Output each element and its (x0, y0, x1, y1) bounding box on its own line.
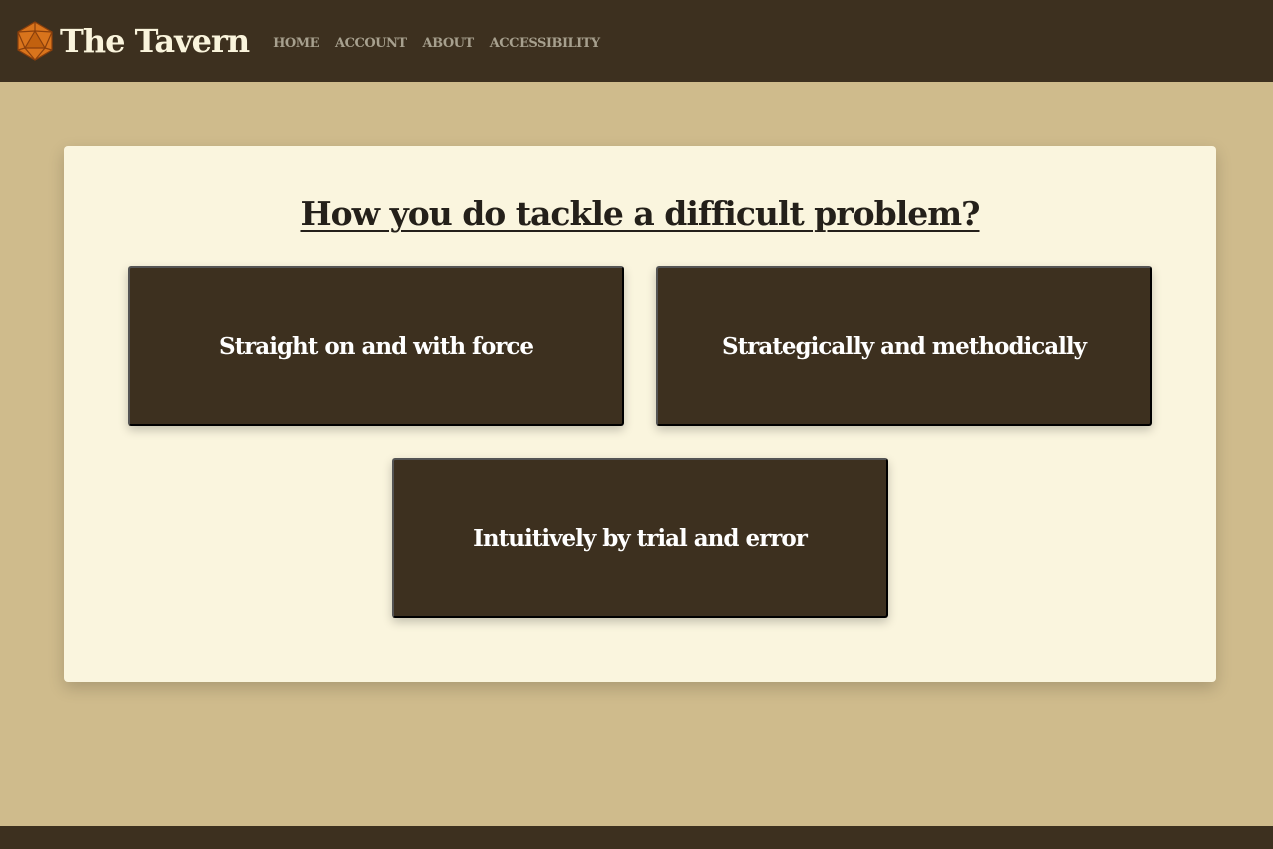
answer-button-force[interactable]: Straight on and with force (128, 266, 624, 426)
main-nav: HOME ACCOUNT ABOUT ACCESSIBILITY (273, 36, 616, 51)
quiz-card: How you do tackle a difficult problem? S… (64, 146, 1216, 682)
nav-link-home[interactable]: HOME (273, 36, 319, 51)
nav-link-account[interactable]: ACCOUNT (335, 36, 407, 51)
nav-link-accessibility[interactable]: ACCESSIBILITY (490, 36, 601, 51)
brand-home-link[interactable]: The Tavern (15, 21, 250, 61)
brand-name: The Tavern (60, 22, 250, 60)
nav-link-about[interactable]: ABOUT (423, 36, 475, 51)
answer-button-strategic[interactable]: Strategically and methodically (656, 266, 1152, 426)
quiz-question: How you do tackle a difficult problem? (300, 194, 980, 233)
page-footer (0, 826, 1273, 849)
d20-dice-icon (15, 21, 55, 61)
top-navbar: The Tavern HOME ACCOUNT ABOUT ACCESSIBIL… (0, 0, 1273, 82)
answer-button-intuitive[interactable]: Intuitively by trial and error (392, 458, 888, 618)
